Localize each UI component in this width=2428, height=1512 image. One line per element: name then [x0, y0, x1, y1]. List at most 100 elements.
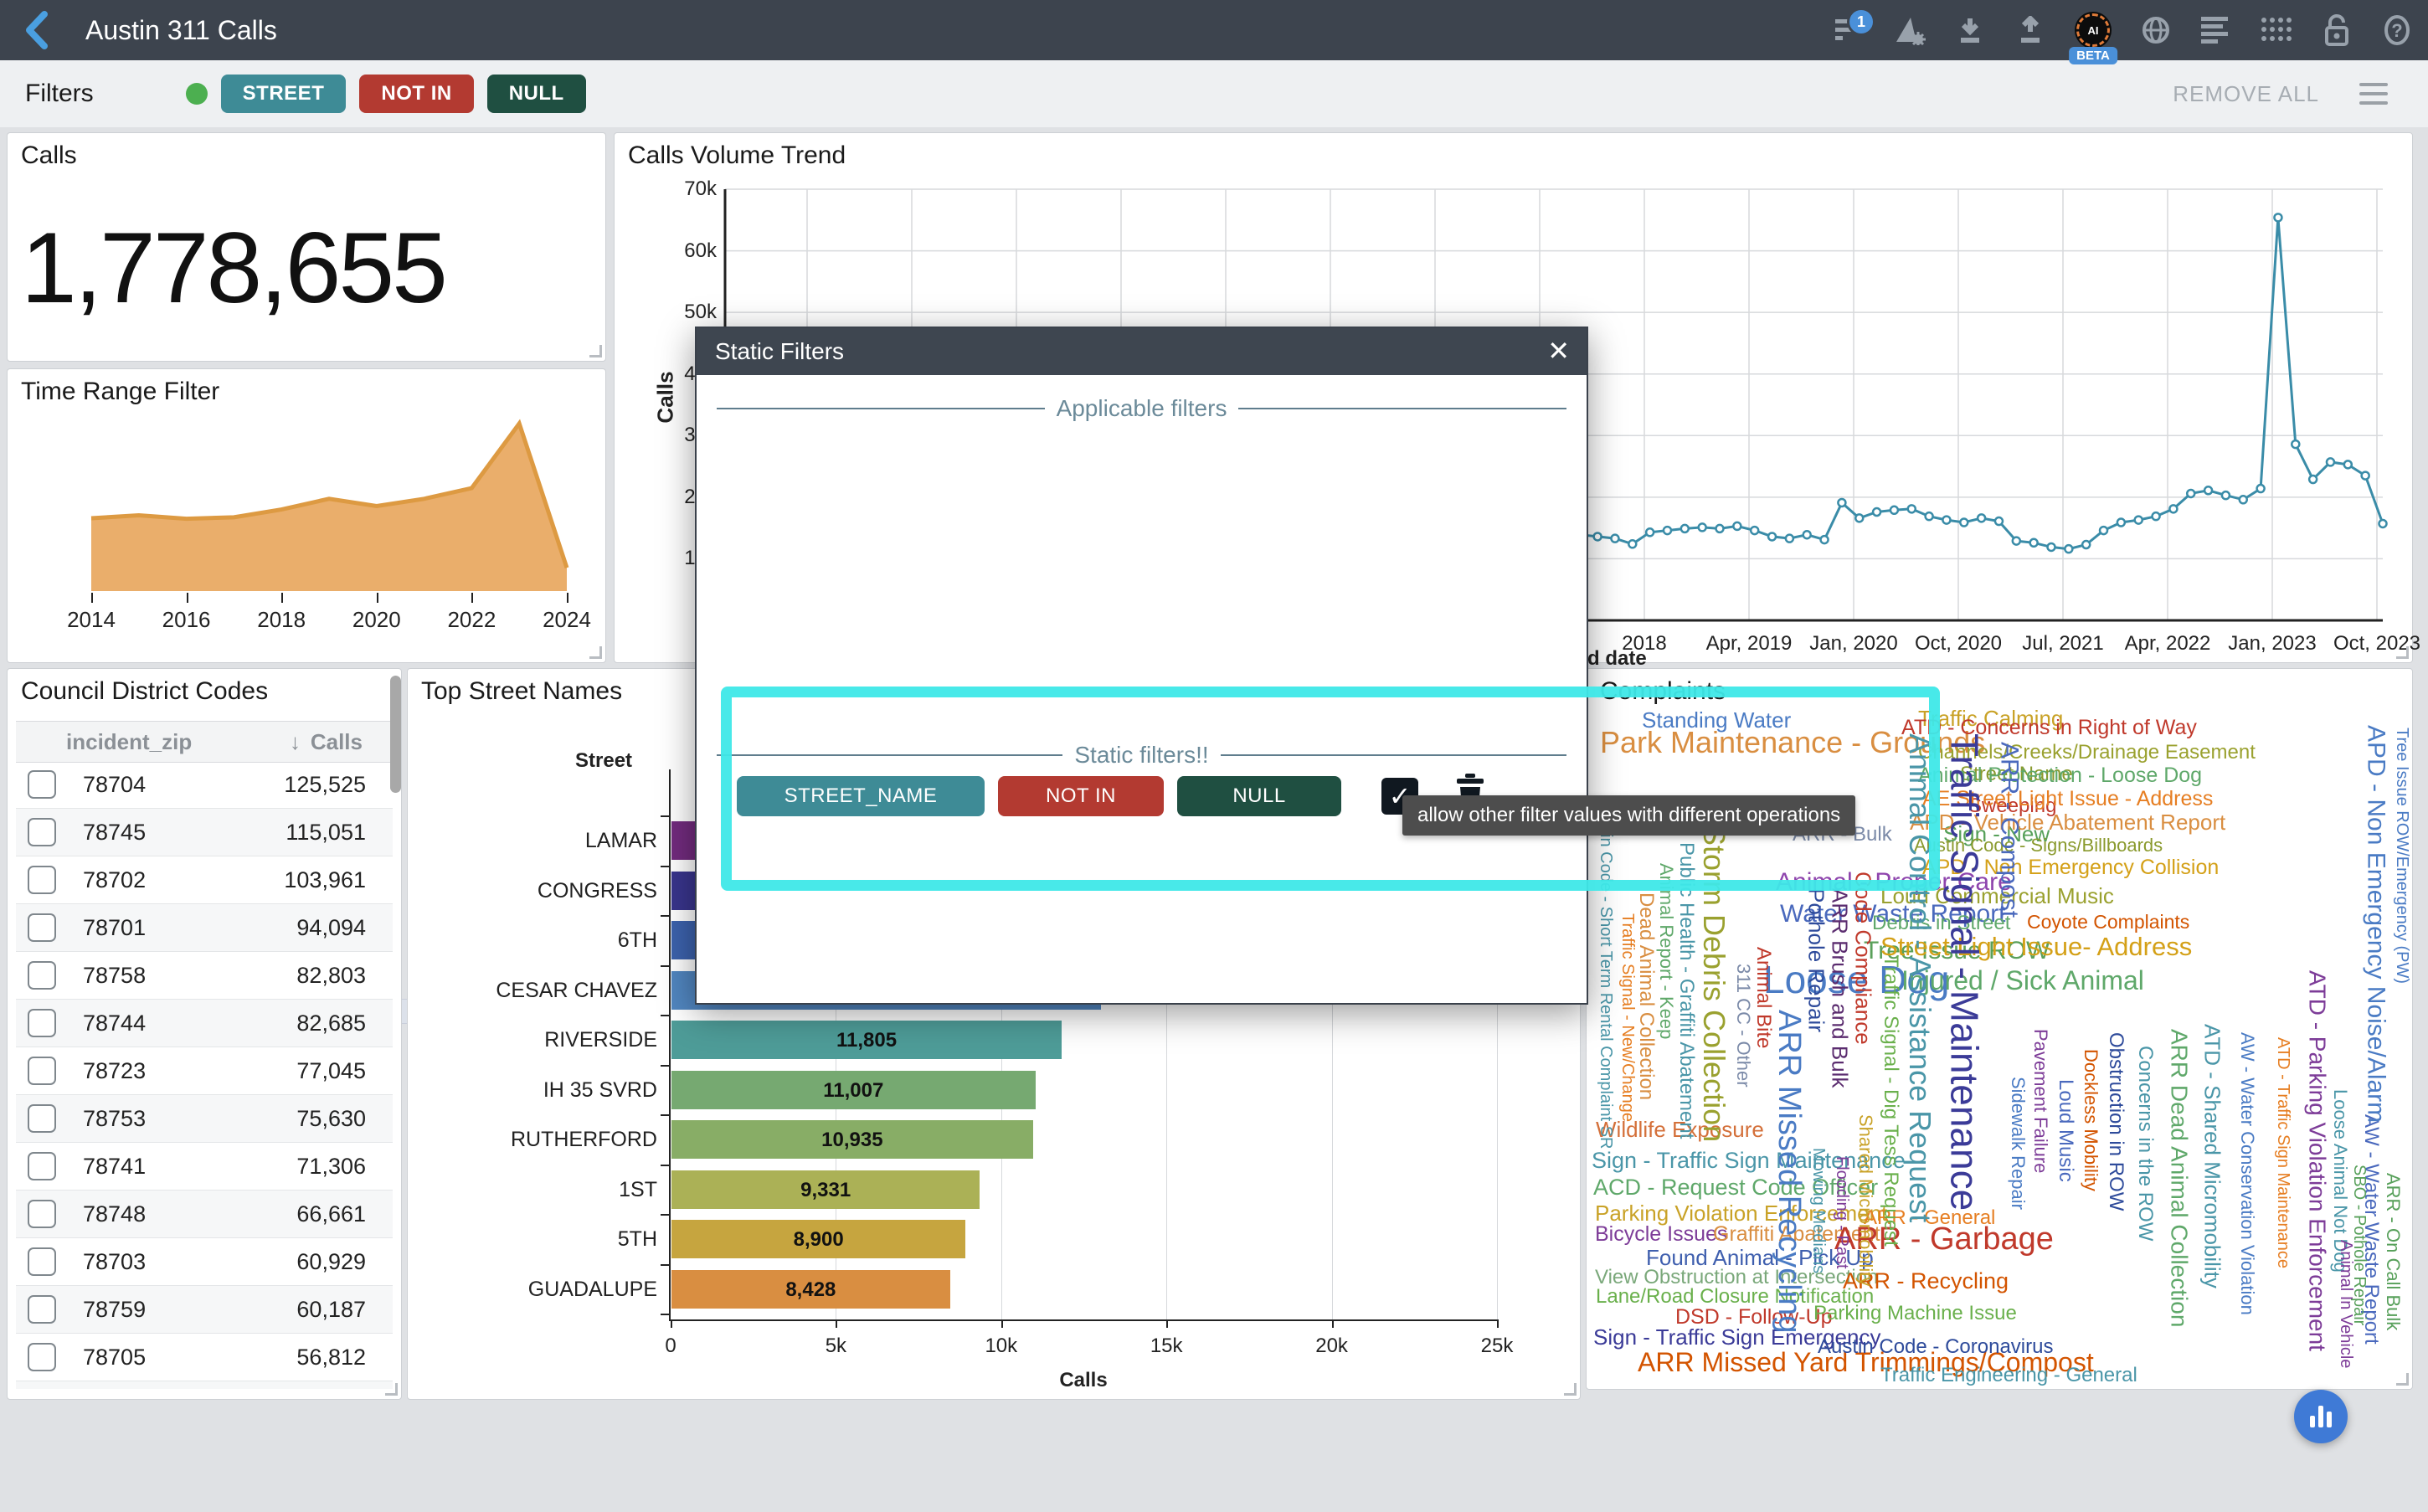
modal-close-button[interactable]: ✕: [1547, 335, 1570, 367]
cloud-word[interactable]: Austin Code - Short Term Rental Complain…: [1597, 800, 1614, 1149]
upload-icon[interactable]: [2014, 14, 2046, 46]
table-row[interactable]: 7870360,929: [16, 1238, 393, 1286]
cloud-word[interactable]: Tree Issue ROW/Emergency (PW): [2394, 728, 2410, 984]
filter-chip-null[interactable]: NULL: [487, 75, 586, 113]
cloud-word[interactable]: Code Compliance: [1853, 872, 1875, 1045]
table-row[interactable]: 78745115,051: [16, 809, 393, 856]
row-checkbox[interactable]: [28, 770, 56, 799]
resize-handle[interactable]: [589, 646, 602, 659]
cloud-word[interactable]: Sidewalk Repair: [2009, 1077, 2027, 1210]
col-calls[interactable]: Calls: [311, 729, 363, 755]
table-row[interactable]: 7870556,812: [16, 1334, 393, 1381]
cloud-word[interactable]: Traffic Engineering - General: [1880, 1365, 2137, 1386]
cloud-word[interactable]: Animal Bite: [1753, 947, 1773, 1048]
table-row[interactable]: 7874171,306: [16, 1143, 393, 1191]
row-checkbox[interactable]: [28, 1057, 56, 1085]
row-checkbox[interactable]: [28, 818, 56, 846]
resize-handle[interactable]: [2396, 646, 2409, 659]
calls-panel-title: Calls: [21, 141, 77, 170]
download-icon[interactable]: [1954, 14, 1986, 46]
filterbar-menu-icon[interactable]: [2359, 83, 2388, 105]
row-checkbox[interactable]: [28, 913, 56, 942]
cloud-word[interactable]: Storm Debris Collection: [1699, 825, 1729, 1142]
resize-handle[interactable]: [589, 345, 602, 357]
filter-chip-not-in[interactable]: NOT IN: [359, 75, 473, 113]
cloud-word[interactable]: Traffic Signal - Maintenance: [1946, 733, 1984, 1211]
cloud-word[interactable]: Pavement Failure: [2031, 1029, 2050, 1173]
table-row[interactable]: 78702103,961: [16, 856, 393, 904]
table-row[interactable]: 7872377,045: [16, 1047, 393, 1095]
cloud-word[interactable]: ATD - Shared Micromobility: [2202, 1024, 2224, 1288]
cloud-word[interactable]: Bicycle Issues: [1595, 1224, 1727, 1245]
cloud-word[interactable]: Coyote Complaints: [2027, 913, 2189, 932]
cloud-word[interactable]: Pothole Repair: [1806, 888, 1828, 1032]
cloud-word[interactable]: Dead Animal Collection: [1636, 892, 1656, 1100]
resize-handle[interactable]: [385, 1383, 398, 1396]
col-incident-zip[interactable]: incident_zip: [66, 729, 192, 755]
cloud-word[interactable]: Mowing Medians: [1810, 1148, 1827, 1273]
cloud-word[interactable]: Debris in Street: [1872, 913, 2010, 933]
grid-dots-icon[interactable]: [2261, 14, 2292, 46]
table-scrollbar[interactable]: [390, 676, 401, 793]
help-icon[interactable]: ?: [2381, 14, 2413, 46]
table-row[interactable]: 78704125,525: [16, 761, 393, 809]
row-checkbox[interactable]: [28, 866, 56, 894]
row-checkbox[interactable]: [28, 1295, 56, 1324]
modal-chip-not-in[interactable]: NOT IN: [998, 776, 1164, 816]
modal-chip-null[interactable]: NULL: [1177, 776, 1341, 816]
cloud-word[interactable]: AW - Water Conservation Violation: [2238, 1032, 2256, 1315]
row-checkbox[interactable]: [28, 1200, 56, 1228]
cloud-word[interactable]: ARR Missed Recycling: [1773, 1010, 1805, 1333]
table-row[interactable]: 7875375,630: [16, 1095, 393, 1143]
cloud-word[interactable]: Public Health - Graffiti Abatement: [1676, 842, 1696, 1139]
remove-all-button[interactable]: REMOVE ALL: [2173, 81, 2319, 107]
cloud-word[interactable]: Traffic Signal - Dig Tess Request: [1880, 955, 1901, 1247]
row-checkbox[interactable]: [28, 1343, 56, 1371]
list-rows-icon[interactable]: [2200, 14, 2232, 46]
row-checkbox[interactable]: [28, 1247, 56, 1276]
cloud-word[interactable]: Flooding - Past: [1834, 1156, 1850, 1269]
cloud-word[interactable]: ARR Dead Animal Collection: [2168, 1029, 2191, 1327]
resize-handle[interactable]: [2396, 1373, 2409, 1386]
cloud-word[interactable]: Dockless Mobility: [2081, 1049, 2100, 1191]
filter-chip-street[interactable]: STREET: [221, 75, 347, 113]
table-row[interactable]: 7874866,661: [16, 1191, 393, 1238]
ai-assistant-icon[interactable]: AI BETA: [2075, 12, 2112, 49]
row-checkbox[interactable]: [28, 961, 56, 990]
filter-lines-icon[interactable]: 1: [1834, 14, 1865, 46]
row-checkbox[interactable]: [28, 1152, 56, 1180]
chart-settings-icon[interactable]: [1894, 14, 1926, 46]
chart-fab-button[interactable]: [2294, 1390, 2348, 1443]
modal-chip-street-name[interactable]: STREET_NAME: [737, 776, 985, 816]
cloud-word[interactable]: ARR Brush and Bulk: [1829, 888, 1851, 1088]
table-row[interactable]: 7874482,685: [16, 1000, 393, 1047]
table-row[interactable]: 7875882,803: [16, 952, 393, 1000]
cloud-word[interactable]: 311 CC - Other: [1734, 964, 1752, 1088]
modal-header[interactable]: Static Filters ✕: [697, 328, 1587, 375]
cloud-word[interactable]: SBO - Pothole Repair: [2351, 1165, 2368, 1325]
cloud-word[interactable]: Austin Code - Coronavirus: [1818, 1337, 2053, 1357]
resize-handle[interactable]: [1564, 1383, 1577, 1396]
cloud-word[interactable]: Shared Micromobility: [1856, 1114, 1875, 1286]
row-checkbox[interactable]: [28, 1009, 56, 1037]
table-row[interactable]: 7875755,548: [16, 1381, 393, 1389]
table-row[interactable]: 7870194,094: [16, 904, 393, 952]
cloud-word[interactable]: ARR - Compost: [1997, 742, 2022, 918]
cloud-word[interactable]: Animal Control - Assistance Request: [1905, 733, 1935, 1222]
cloud-word[interactable]: Parking Machine Issue: [1813, 1304, 2017, 1324]
cloud-word[interactable]: Loud Music: [2055, 1079, 2076, 1182]
cloud-word[interactable]: Concerns in the ROW: [2135, 1046, 2155, 1241]
back-button[interactable]: [12, 5, 62, 55]
cloud-word[interactable]: ATD - Traffic Sign Maintenance: [2275, 1037, 2292, 1268]
globe-icon[interactable]: [2140, 14, 2172, 46]
cloud-word[interactable]: ARR - On Call Bulk: [2384, 1173, 2402, 1330]
cloud-word[interactable]: Traffic Signal - New/Change: [1619, 913, 1636, 1122]
cloud-word[interactable]: Injured / Sick Animal: [1901, 967, 2144, 994]
cloud-word[interactable]: Animal Report - Keep: [1657, 863, 1675, 1039]
cloud-word[interactable]: ATD - Parking Violation Enforcement: [2306, 970, 2329, 1351]
lock-open-icon[interactable]: [2321, 14, 2353, 46]
table-row[interactable]: 7875960,187: [16, 1286, 393, 1334]
cloud-word[interactable]: APD - Non Emergency Noise/Alarm: [2364, 725, 2389, 1123]
cloud-word[interactable]: Obstruction in ROW: [2106, 1032, 2126, 1211]
row-checkbox[interactable]: [28, 1104, 56, 1133]
